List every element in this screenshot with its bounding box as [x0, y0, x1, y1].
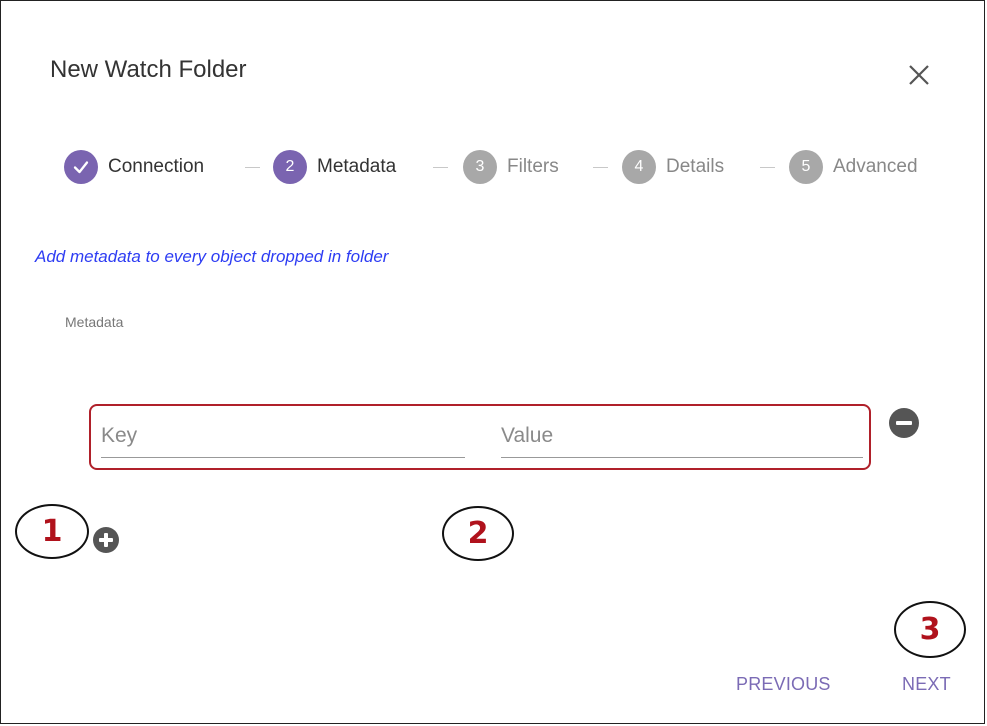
check-icon [64, 150, 98, 184]
metadata-row [89, 404, 871, 470]
step-metadata[interactable]: 2 Metadata [273, 149, 396, 185]
dialog-title: New Watch Folder [50, 56, 247, 83]
step-number: 3 [463, 150, 497, 184]
step-label: Details [666, 156, 725, 177]
metadata-section-label: Metadata [65, 314, 124, 330]
key-input[interactable] [101, 418, 465, 458]
step-label: Advanced [833, 156, 918, 177]
step-label: Metadata [317, 156, 397, 177]
step-advanced[interactable]: 5 Advanced [789, 149, 918, 185]
add-row-icon[interactable] [92, 526, 120, 554]
step-connector [245, 167, 260, 168]
value-input[interactable] [501, 418, 863, 458]
previous-button[interactable]: PREVIOUS [736, 674, 831, 695]
metadata-hint: Add metadata to every object dropped in … [35, 247, 389, 266]
next-button[interactable]: NEXT [902, 674, 951, 695]
step-connector [760, 167, 775, 168]
remove-row-icon[interactable] [888, 407, 920, 439]
step-details[interactable]: 4 Details [622, 149, 724, 185]
step-connector [433, 167, 448, 168]
step-number: 2 [273, 150, 307, 184]
step-connection[interactable]: Connection [64, 149, 204, 185]
step-label: Filters [507, 156, 559, 177]
step-number: 5 [789, 150, 823, 184]
annotation-2: 2 [442, 506, 514, 561]
dialog: New Watch Folder Connection 2 Metadata 3… [0, 0, 985, 724]
step-label: Connection [108, 156, 205, 177]
close-icon[interactable] [902, 58, 936, 92]
step-filters[interactable]: 3 Filters [463, 149, 559, 185]
step-number: 4 [622, 150, 656, 184]
annotation-3: 3 [894, 601, 966, 658]
annotation-1: 1 [15, 504, 89, 559]
step-connector [593, 167, 608, 168]
